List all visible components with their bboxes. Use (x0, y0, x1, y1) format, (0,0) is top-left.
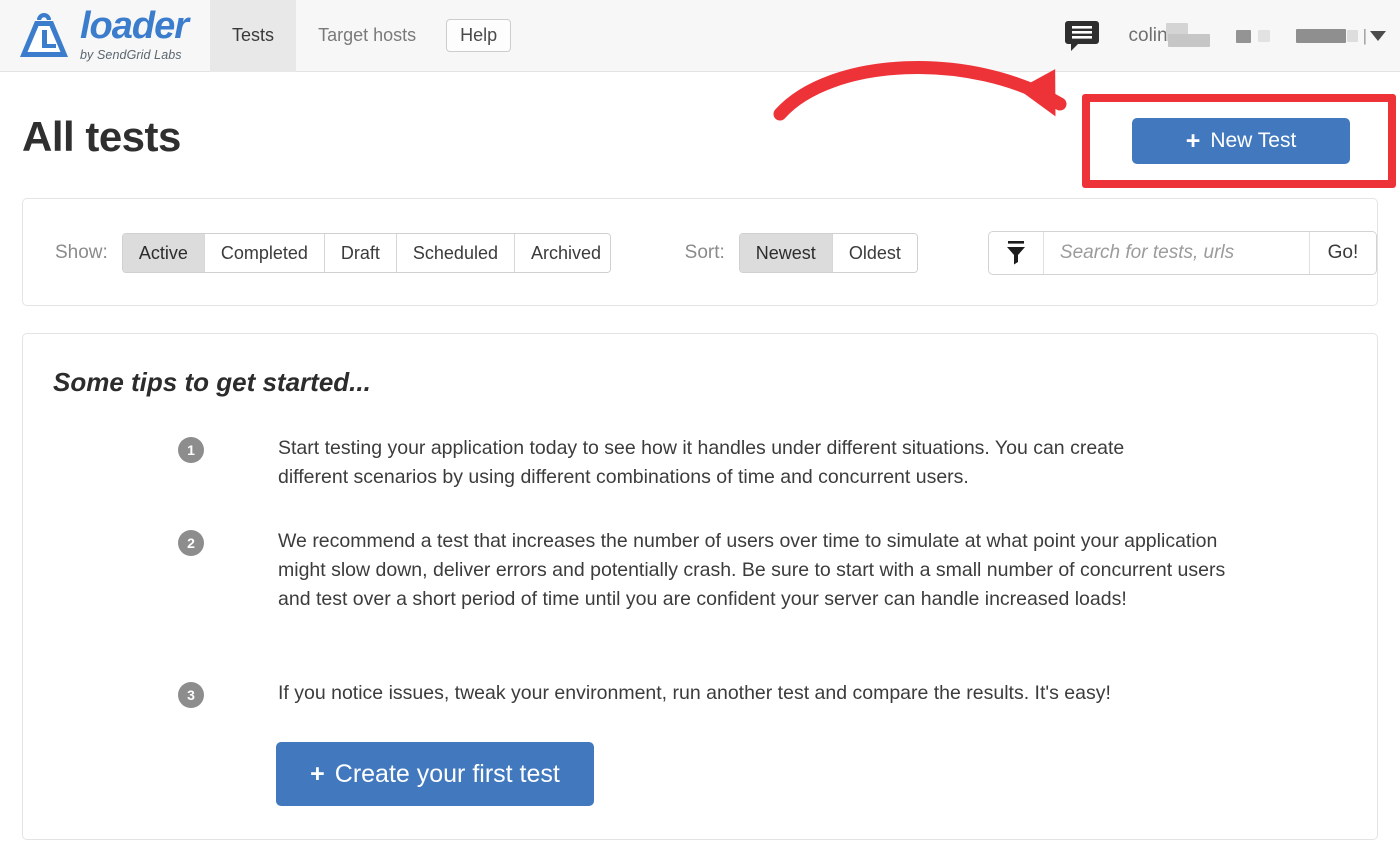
funnel-icon-glyph (1006, 241, 1025, 265)
top-navigation-bar: loader by SendGrid Labs Tests Target hos… (0, 0, 1400, 72)
tip-item: 1 Start testing your application today t… (178, 434, 1238, 492)
show-filter-active[interactable]: Active (122, 234, 205, 272)
sort-group: Sort: Newest Oldest (685, 233, 918, 273)
redacted-block (1257, 30, 1270, 42)
show-label: Show: (55, 242, 108, 263)
sort-oldest[interactable]: Oldest (832, 234, 917, 272)
redacted-block (1167, 33, 1210, 47)
tip-item: 3 If you notice issues, tweak your envir… (178, 679, 1278, 708)
tips-heading: Some tips to get started... (53, 367, 371, 397)
page-root: loader by SendGrid Labs Tests Target hos… (0, 0, 1400, 864)
sort-newest[interactable]: Newest (739, 234, 833, 272)
show-filter-group: Active Completed Draft Scheduled Archive… (121, 233, 611, 273)
tip-number-badge: 3 (178, 682, 204, 708)
new-test-label: New Test (1210, 129, 1297, 152)
tip-text: Start testing your application today to … (278, 437, 1125, 488)
show-filter-archived[interactable]: Archived (514, 234, 610, 272)
sort-filter-group: Newest Oldest (738, 233, 918, 273)
main-nav: Tests Target hosts Help (210, 0, 512, 72)
brand-name: loader (80, 5, 189, 47)
account-separator: | (1362, 26, 1367, 45)
nav-help-button[interactable]: Help (446, 19, 512, 52)
search-go-button[interactable]: Go! (1308, 232, 1376, 274)
account-area: colin | (1064, 0, 1400, 72)
tip-number-badge: 2 (178, 530, 204, 556)
funnel-icon[interactable] (989, 232, 1044, 274)
new-test-button[interactable]: + New Test (1132, 118, 1350, 164)
plus-icon: + (310, 759, 325, 788)
redacted-block (1235, 29, 1251, 43)
tips-card: Some tips to get started... 1 Start test… (22, 333, 1378, 840)
tip-number-badge: 1 (178, 437, 204, 463)
filter-toolbar-card: Show: Active Completed Draft Scheduled A… (22, 198, 1378, 306)
create-first-test-label: Create your first test (334, 759, 560, 788)
redacted-block (1346, 30, 1358, 42)
nav-item-target-hosts[interactable]: Target hosts (296, 0, 438, 72)
nav-item-tests[interactable]: Tests (210, 0, 297, 72)
brand-tagline: by SendGrid Labs (80, 48, 182, 62)
sort-label: Sort: (684, 242, 725, 263)
page-title: All tests (22, 113, 181, 160)
show-filter-scheduled[interactable]: Scheduled (396, 234, 515, 272)
filter-row: Show: Active Completed Draft Scheduled A… (23, 199, 1377, 307)
brand-logo[interactable]: loader by SendGrid Labs (0, 0, 202, 72)
search-input[interactable] (1043, 232, 1309, 274)
tip-item: 2 We recommend a test that increases the… (178, 527, 1278, 614)
account-username: colin (1128, 25, 1168, 46)
weight-logo-icon (20, 12, 68, 57)
show-filter-completed[interactable]: Completed (204, 234, 325, 272)
show-filter-draft[interactable]: Draft (324, 234, 397, 272)
create-first-test-button[interactable]: + Create your first test (276, 742, 594, 806)
chevron-down-icon[interactable] (1370, 31, 1386, 41)
redacted-block (1295, 29, 1346, 43)
tip-text: We recommend a test that increases the n… (278, 530, 1226, 610)
plus-icon: + (1185, 126, 1201, 155)
chat-bubble-icon[interactable] (1064, 20, 1099, 52)
tip-text: If you notice issues, tweak your environ… (278, 682, 1111, 704)
search-bar: Go! (987, 231, 1377, 275)
